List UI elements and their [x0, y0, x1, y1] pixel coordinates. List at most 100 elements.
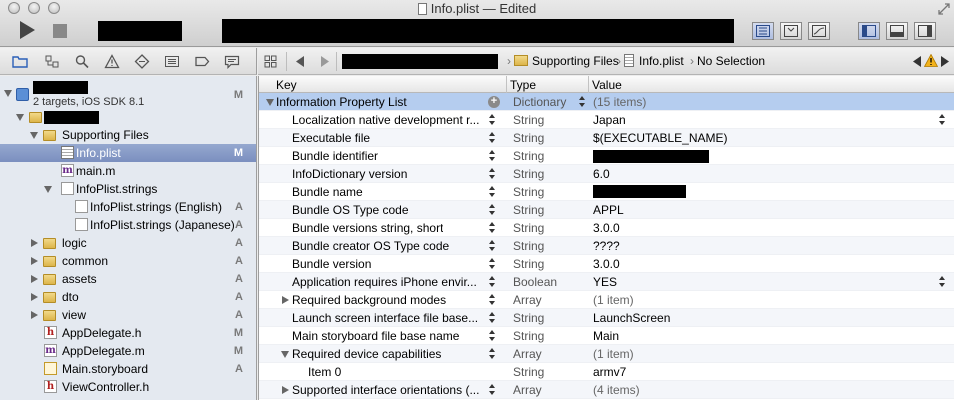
toggle-utilities-button[interactable] — [914, 22, 936, 40]
debug-navigator-icon[interactable] — [164, 54, 180, 69]
disclosure-triangle-icon[interactable] — [4, 90, 12, 97]
plist-value[interactable]: $(EXECUTABLE_NAME) — [593, 129, 727, 147]
key-stepper-icon[interactable] — [489, 348, 496, 360]
plist-type[interactable]: Dictionary — [513, 93, 566, 111]
bundle-identifier-redacted[interactable] — [593, 150, 709, 163]
disclosure-triangle-icon[interactable] — [31, 275, 38, 283]
plist-row[interactable]: Bundle OS Type code String APPL — [258, 201, 954, 219]
assistant-editor-button[interactable] — [780, 22, 802, 40]
key-stepper-icon[interactable] — [489, 294, 496, 306]
key-stepper-icon[interactable] — [489, 312, 496, 324]
plist-row[interactable]: Required background modes Array (1 item) — [258, 291, 954, 309]
plist-value[interactable]: 3.0.0 — [593, 219, 620, 237]
disclosure-triangle-icon[interactable] — [31, 257, 38, 265]
stop-button[interactable] — [53, 24, 67, 38]
disclosure-triangle-icon[interactable] — [266, 99, 274, 106]
column-divider[interactable] — [588, 76, 589, 93]
value-popup-stepper-icon[interactable] — [939, 114, 946, 126]
disclosure-triangle-icon[interactable] — [282, 386, 289, 394]
plist-row[interactable]: Bundle name String — [258, 183, 954, 201]
symbol-navigator-icon[interactable] — [44, 54, 60, 69]
search-icon[interactable] — [74, 54, 90, 69]
plist-row[interactable]: InfoDictionary version String 6.0 — [258, 165, 954, 183]
tree-item-viewcontroller-h[interactable]: h ViewController.h — [0, 378, 256, 396]
tree-item-view[interactable]: view A — [0, 306, 256, 324]
plist-value[interactable]: LaunchScreen — [593, 309, 670, 327]
key-column-header[interactable]: Key — [276, 78, 297, 92]
breakpoint-navigator-icon[interactable] — [194, 54, 210, 69]
plist-row[interactable]: Supported interface orientations (... Ar… — [258, 381, 954, 399]
key-stepper-icon[interactable] — [489, 330, 496, 342]
plist-value[interactable]: APPL — [593, 201, 624, 219]
key-stepper-icon[interactable] — [489, 204, 496, 216]
plist-value[interactable]: Main — [593, 327, 619, 345]
tree-item-infoplist-strings[interactable]: InfoPlist.strings — [0, 180, 256, 198]
breadcrumb-info-plist[interactable]: › Info.plist — [614, 54, 684, 68]
key-stepper-icon[interactable] — [489, 276, 496, 288]
key-stepper-icon[interactable] — [489, 150, 496, 162]
key-stepper-icon[interactable] — [489, 114, 496, 126]
tree-item-supporting-files[interactable]: Supporting Files — [0, 126, 256, 144]
disclosure-triangle-icon[interactable] — [44, 186, 52, 193]
type-stepper-icon[interactable] — [579, 96, 586, 108]
tree-item-assets[interactable]: assets A — [0, 270, 256, 288]
warning-icon[interactable] — [924, 54, 938, 67]
plist-row[interactable]: Application requires iPhone envir... Boo… — [258, 273, 954, 291]
fullscreen-icon[interactable] — [938, 3, 950, 15]
column-divider[interactable] — [506, 76, 507, 93]
key-stepper-icon[interactable] — [489, 258, 496, 270]
value-column-header[interactable]: Value — [592, 78, 622, 92]
standard-editor-button[interactable] — [752, 22, 774, 40]
key-stepper-icon[interactable] — [489, 186, 496, 198]
disclosure-triangle-icon[interactable] — [282, 296, 289, 304]
plist-row-root[interactable]: Information Property List + Dictionary (… — [258, 93, 954, 111]
tree-item-main-storyboard[interactable]: Main.storyboard A — [0, 360, 256, 378]
disclosure-triangle-icon[interactable] — [30, 132, 38, 139]
plist-row[interactable]: Bundle version String 3.0.0 — [258, 255, 954, 273]
tree-item-infoplist-strings-japanese[interactable]: InfoPlist.strings (Japanese) A — [0, 216, 256, 234]
plist-row[interactable]: Localization native development r... Str… — [258, 111, 954, 129]
jump-bar-project-redacted[interactable] — [342, 54, 498, 69]
related-items-icon[interactable] — [264, 55, 277, 68]
plist-row[interactable]: Required device capabilities Array (1 it… — [258, 345, 954, 363]
breadcrumb-supporting-files[interactable]: › Supporting Files — [504, 54, 619, 68]
type-column-header[interactable]: Type — [510, 78, 536, 92]
plist-row[interactable]: Item 0 String armv7 — [258, 363, 954, 381]
breadcrumb-selection[interactable]: › No Selection — [687, 54, 765, 68]
tree-item-appdelegate-h[interactable]: h AppDelegate.h M — [0, 324, 256, 342]
key-stepper-icon[interactable] — [489, 168, 496, 180]
previous-issue-icon[interactable] — [913, 56, 921, 67]
log-navigator-icon[interactable] — [224, 54, 240, 69]
plist-value[interactable]: ???? — [593, 237, 620, 255]
plist-value[interactable]: armv7 — [593, 363, 626, 381]
test-navigator-icon[interactable] — [134, 54, 150, 69]
plist-row[interactable]: Bundle creator OS Type code String ???? — [258, 237, 954, 255]
key-stepper-icon[interactable] — [489, 384, 496, 396]
plist-value[interactable]: Japan — [593, 111, 626, 129]
plist-row[interactable]: Launch screen interface file base... Str… — [258, 309, 954, 327]
disclosure-triangle-icon[interactable] — [31, 293, 38, 301]
key-stepper-icon[interactable] — [489, 132, 496, 144]
tree-item-appdelegate-m[interactable]: m AppDelegate.m M — [0, 342, 256, 360]
back-arrow-icon[interactable] — [296, 56, 305, 67]
forward-arrow-icon[interactable] — [320, 56, 329, 67]
disclosure-triangle-icon[interactable] — [16, 114, 24, 121]
tree-item-main-m[interactable]: m main.m — [0, 162, 256, 180]
disclosure-triangle-icon[interactable] — [31, 239, 38, 247]
toggle-navigator-button[interactable] — [858, 22, 880, 40]
tree-item-info-plist[interactable]: Info.plist M — [0, 144, 256, 162]
plist-value[interactable]: YES — [593, 273, 617, 291]
tree-item-common[interactable]: common A — [0, 252, 256, 270]
bundle-name-redacted[interactable] — [593, 185, 686, 198]
plist-row[interactable]: Executable file String $(EXECUTABLE_NAME… — [258, 129, 954, 147]
next-issue-icon[interactable] — [941, 56, 949, 67]
toggle-debug-area-button[interactable] — [886, 22, 908, 40]
plist-row[interactable]: Main storyboard file base name String Ma… — [258, 327, 954, 345]
tree-item-dto[interactable]: dto A — [0, 288, 256, 306]
key-stepper-icon[interactable] — [489, 222, 496, 234]
plist-row[interactable]: Bundle versions string, short String 3.0… — [258, 219, 954, 237]
project-navigator-icon[interactable] — [12, 54, 28, 69]
disclosure-triangle-icon[interactable] — [31, 311, 38, 319]
version-editor-button[interactable] — [808, 22, 830, 40]
tree-item-logic[interactable]: logic A — [0, 234, 256, 252]
